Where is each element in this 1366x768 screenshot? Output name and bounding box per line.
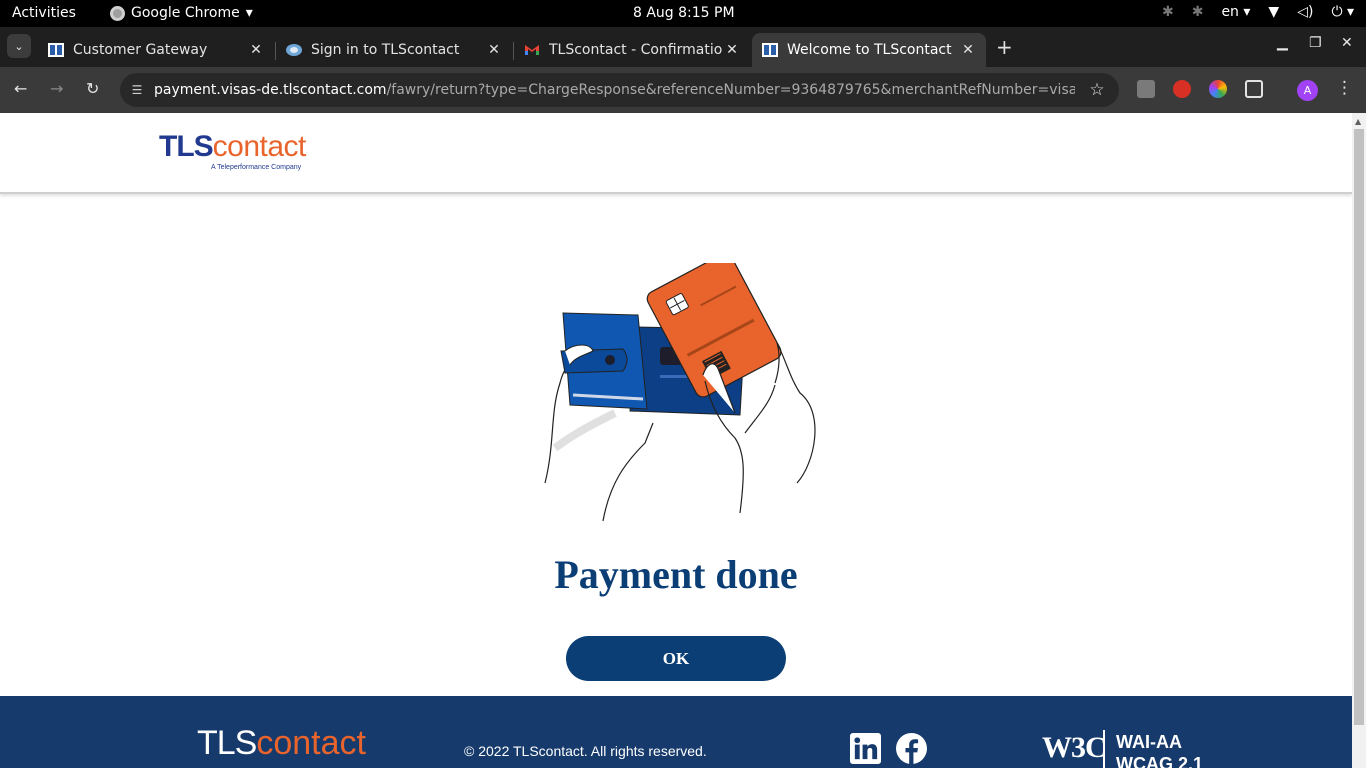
tlscontact-favicon	[48, 43, 64, 57]
language-indicator[interactable]: en ▾	[1221, 4, 1250, 20]
tab-confirmation[interactable]: TLScontact - Confirmatio ✕	[514, 33, 750, 67]
site-header: TLScontact A Teleperformance Company	[0, 113, 1352, 194]
wallet-payment-illustration	[544, 263, 816, 522]
power-icon[interactable]: ⏻ ▾	[1331, 4, 1354, 20]
tlscontact-logo[interactable]: TLScontact A Teleperformance Company	[159, 130, 306, 171]
url-text[interactable]: payment.visas-de.tlscontact.com/fawry/re…	[154, 82, 1075, 98]
ok-button[interactable]: OK	[566, 636, 786, 681]
bluetooth-icon-2[interactable]: ✱	[1192, 4, 1204, 20]
clock[interactable]: 8 Aug 8:15 PM	[633, 5, 735, 21]
system-top-bar: Activities Google Chrome ▾ 8 Aug 8:15 PM…	[0, 0, 1366, 27]
reload-button[interactable]: ↻	[86, 79, 99, 98]
site-info-icon[interactable]: ☰	[120, 83, 154, 97]
bookmark-star-icon[interactable]: ☆	[1075, 80, 1119, 100]
scroll-up-arrow-icon[interactable]: ▲	[1355, 117, 1361, 126]
dropdown-arrow-icon: ▾	[245, 5, 253, 21]
page-title: Payment done	[554, 552, 798, 597]
tab-title: Welcome to TLScontact	[787, 42, 952, 58]
tab-customer-gateway[interactable]: Customer Gateway ✕	[38, 33, 274, 67]
bluetooth-icon[interactable]: ✱	[1162, 4, 1174, 20]
extension-icon-2[interactable]	[1173, 80, 1191, 98]
close-icon[interactable]: ✕	[958, 42, 978, 58]
address-bar[interactable]: ☰ payment.visas-de.tlscontact.com/fawry/…	[120, 73, 1119, 107]
system-tray[interactable]: ✱ ✱ en ▾ ▼ ◁) ⏻ ▾	[1162, 4, 1354, 20]
back-button[interactable]: ←	[14, 79, 27, 98]
close-window-button[interactable]: ✕	[1341, 35, 1353, 51]
wifi-icon[interactable]: ▼	[1268, 4, 1279, 20]
menu-kebab-icon[interactable]: ⋮	[1336, 78, 1353, 98]
minimize-button[interactable]: ▁	[1277, 35, 1288, 51]
forward-button[interactable]: →	[50, 79, 63, 98]
site-footer: TLScontact © 2022 TLScontact. All rights…	[0, 696, 1352, 768]
close-icon[interactable]: ✕	[722, 42, 742, 58]
w3c-logo: W3C	[1042, 731, 1107, 764]
tlscontact-sso-favicon	[286, 44, 302, 56]
tab-search-button[interactable]: ⌄	[7, 34, 31, 58]
extensions-puzzle-icon[interactable]	[1245, 80, 1263, 98]
facebook-icon[interactable]	[896, 733, 927, 764]
page-scrollbar[interactable]: ▲	[1352, 113, 1366, 768]
browser-toolbar: ← → ↻ ☰ payment.visas-de.tlscontact.com/…	[0, 67, 1366, 113]
maximize-button[interactable]: ❐	[1309, 35, 1322, 51]
tlscontact-favicon	[762, 43, 778, 57]
web-page: TLScontact A Teleperformance Company Pay…	[0, 113, 1352, 768]
tab-title: TLScontact - Confirmatio	[549, 42, 722, 58]
tab-welcome-active[interactable]: Welcome to TLScontact ✕	[752, 33, 986, 67]
tab-title: Customer Gateway	[73, 42, 208, 58]
close-icon[interactable]: ✕	[246, 42, 266, 58]
w3c-divider	[1103, 730, 1105, 768]
copyright-text: © 2022 TLScontact. All rights reserved.	[464, 743, 707, 759]
extension-icon-3[interactable]	[1209, 80, 1227, 98]
wcag-badge: WAI-AA WCAG 2.1	[1116, 732, 1204, 768]
tab-title: Sign in to TLScontact	[311, 42, 460, 58]
close-icon[interactable]: ✕	[484, 42, 504, 58]
activities-button[interactable]: Activities	[12, 5, 76, 21]
gmail-icon	[525, 45, 539, 55]
app-name: Google Chrome	[131, 5, 240, 21]
extension-icon-1[interactable]	[1137, 80, 1155, 98]
scrollbar-thumb[interactable]	[1354, 129, 1364, 725]
linkedin-icon[interactable]	[850, 733, 881, 764]
chrome-icon	[110, 5, 125, 21]
footer-tlscontact-logo[interactable]: TLScontact	[197, 724, 366, 763]
profile-avatar[interactable]: A	[1297, 80, 1318, 101]
tab-strip: ⌄ Customer Gateway ✕ Sign in to TLSconta…	[0, 27, 1366, 67]
app-menu[interactable]: Google Chrome ▾	[110, 5, 253, 21]
tab-sign-in[interactable]: Sign in to TLScontact ✕	[276, 33, 512, 67]
volume-icon[interactable]: ◁)	[1297, 4, 1313, 20]
new-tab-button[interactable]: +	[996, 35, 1013, 59]
